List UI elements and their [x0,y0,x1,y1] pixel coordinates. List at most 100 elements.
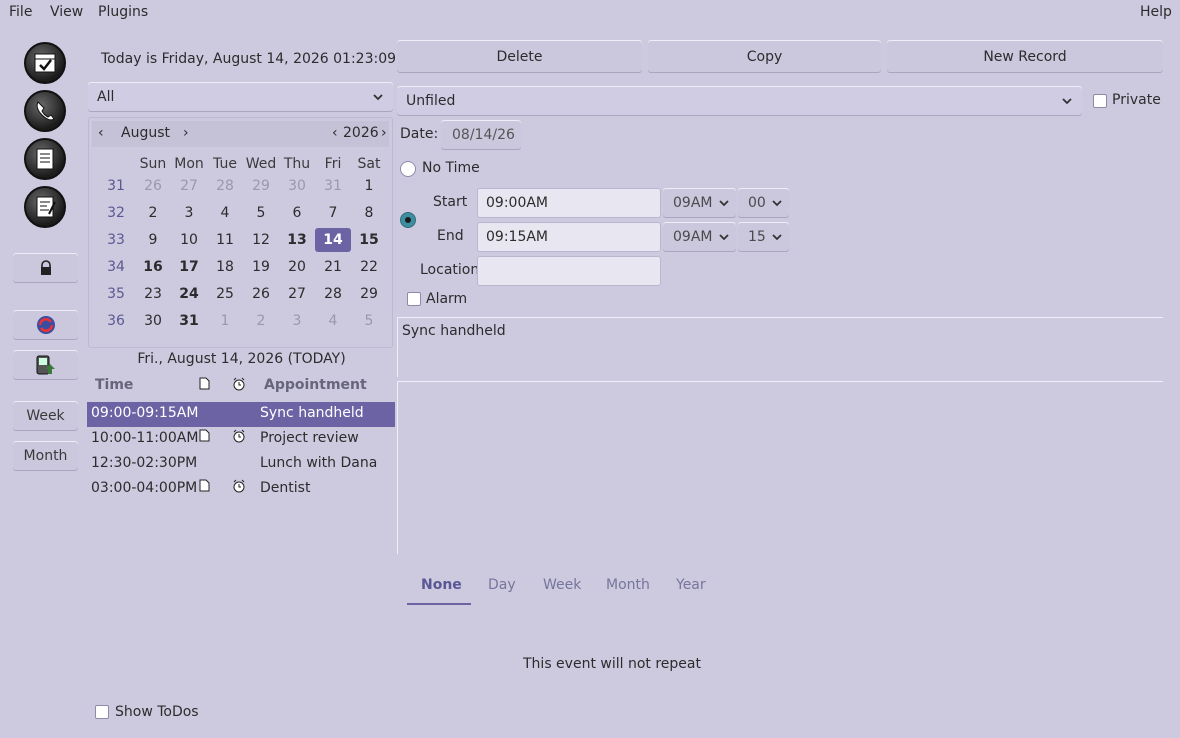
calendar-day[interactable]: 15 [351,228,387,252]
calendar-day[interactable]: 27 [279,282,315,306]
date-button[interactable]: 08/14/26 [441,120,521,150]
appointment-title: Sync handheld [260,405,364,421]
next-year-icon[interactable]: › [381,125,387,141]
appointment-row[interactable]: 10:00-11:00AM Project review [87,427,395,452]
prev-year-icon[interactable]: ‹ [332,125,338,141]
tab-month[interactable]: Month [606,577,650,593]
calendar-day[interactable]: 30 [135,309,171,333]
calendar-day[interactable]: 11 [207,228,243,252]
show-todos-label: Show ToDos [115,704,199,720]
show-todos-checkbox[interactable] [95,705,109,719]
calendar-day[interactable]: 7 [315,201,351,225]
private-checkbox[interactable] [1093,94,1107,108]
handheld-button[interactable] [13,350,78,380]
calendar-day[interactable]: 16 [135,255,171,279]
menu-plugins[interactable]: Plugins [98,4,148,20]
todo-icon[interactable] [24,138,66,180]
calendar-day[interactable]: 4 [207,201,243,225]
calendar-day[interactable]: 1 [207,309,243,333]
month-view-button[interactable]: Month [13,441,78,471]
calendar-day[interactable]: 4 [315,309,351,333]
calendar-day[interactable]: 1 [351,174,387,198]
calendar-header: ‹ August › ‹ 2026 › [92,121,389,147]
prev-month-icon[interactable]: ‹ [98,125,104,141]
next-month-icon[interactable]: › [183,125,189,141]
appointment-row[interactable]: 09:00-09:15AM Sync handheld [87,402,395,427]
calendar-day[interactable]: 22 [351,255,387,279]
lock-icon [40,260,51,275]
address-icon[interactable] [24,90,66,132]
calendar-day[interactable]: 19 [243,255,279,279]
calendar-day[interactable]: 6 [279,201,315,225]
sync-button[interactable] [13,310,78,340]
calendar-day[interactable]: 2 [243,309,279,333]
calendar-day[interactable]: 26 [135,174,171,198]
start-hour-select[interactable]: 09AM [663,188,736,218]
calendar-day[interactable]: 5 [243,201,279,225]
copy-button[interactable]: Copy [648,40,881,73]
datebook-icon[interactable] [24,42,66,84]
calendar-day[interactable]: 23 [135,282,171,306]
alarm-icon[interactable] [232,377,246,395]
calendar-day[interactable]: 18 [207,255,243,279]
calendar-day[interactable]: 3 [171,201,207,225]
calendar-day[interactable]: 29 [351,282,387,306]
start-minute-select[interactable]: 00 [738,188,789,218]
calendar-day[interactable]: 20 [279,255,315,279]
tab-none[interactable]: None [421,577,462,593]
calendar-day[interactable]: 28 [315,282,351,306]
calendar-day[interactable]: 3 [279,309,315,333]
calendar-day[interactable]: 21 [315,255,351,279]
tab-year[interactable]: Year [676,577,706,593]
calendar-day[interactable]: 31 [315,174,351,198]
no-time-radio[interactable] [400,161,416,177]
calendar-day[interactable]: 9 [135,228,171,252]
calendar-day[interactable]: 24 [171,282,207,306]
menu-file[interactable]: File [9,4,32,20]
header-appointment[interactable]: Appointment [264,377,367,393]
calendar-day[interactable]: 25 [207,282,243,306]
calendar-day[interactable]: 10 [171,228,207,252]
calendar-day[interactable]: 29 [243,174,279,198]
tab-week[interactable]: Week [543,577,581,593]
calendar-day[interactable]: 5 [351,309,387,333]
appointment-title: Project review [260,430,359,446]
appointment-row[interactable]: 03:00-04:00PM Dentist [87,477,395,502]
timed-radio[interactable] [400,212,416,228]
memo-icon[interactable] [24,186,66,228]
calendar-day[interactable]: 12 [243,228,279,252]
appointment-row[interactable]: 12:30-02:30PM Lunch with Dana [87,452,395,477]
end-minute-select[interactable]: 15 [738,222,789,252]
menu-view[interactable]: View [50,4,83,20]
header-time[interactable]: Time [95,377,133,393]
calendar-day[interactable]: 13 [279,228,315,252]
category-filter[interactable]: All [88,82,393,112]
calendar-day[interactable]: 27 [171,174,207,198]
alarm-checkbox[interactable] [407,292,421,306]
new-record-button[interactable]: New Record [887,40,1163,73]
calendar-day[interactable]: 31 [171,309,207,333]
menu-help[interactable]: Help [1140,4,1172,20]
calendar-day[interactable]: 17 [171,255,207,279]
start-time-field[interactable]: 09:00AM [477,188,661,218]
end-time-field[interactable]: 09:15AM [477,222,661,252]
day-of-week-label: Tue [213,156,237,172]
note-icon[interactable] [199,377,210,394]
repeat-panel: None Day Week Month Year This event will… [397,562,797,722]
description-textarea[interactable]: Sync handheld [397,317,1163,377]
location-field[interactable] [477,256,661,286]
end-hour-select[interactable]: 09AM [663,222,736,252]
note-textarea[interactable] [397,381,1163,554]
calendar-day[interactable]: 8 [351,201,387,225]
tab-day[interactable]: Day [488,577,516,593]
delete-button[interactable]: Delete [397,40,642,73]
week-view-button[interactable]: Week [13,401,78,431]
calendar-day[interactable]: 26 [243,282,279,306]
record-category[interactable]: Unfiled [397,86,1082,116]
calendar-day[interactable]: 14 [315,228,351,252]
calendar-day[interactable]: 2 [135,201,171,225]
start-label: Start [433,194,468,210]
lock-button[interactable] [13,253,78,283]
calendar-day[interactable]: 28 [207,174,243,198]
calendar-day[interactable]: 30 [279,174,315,198]
